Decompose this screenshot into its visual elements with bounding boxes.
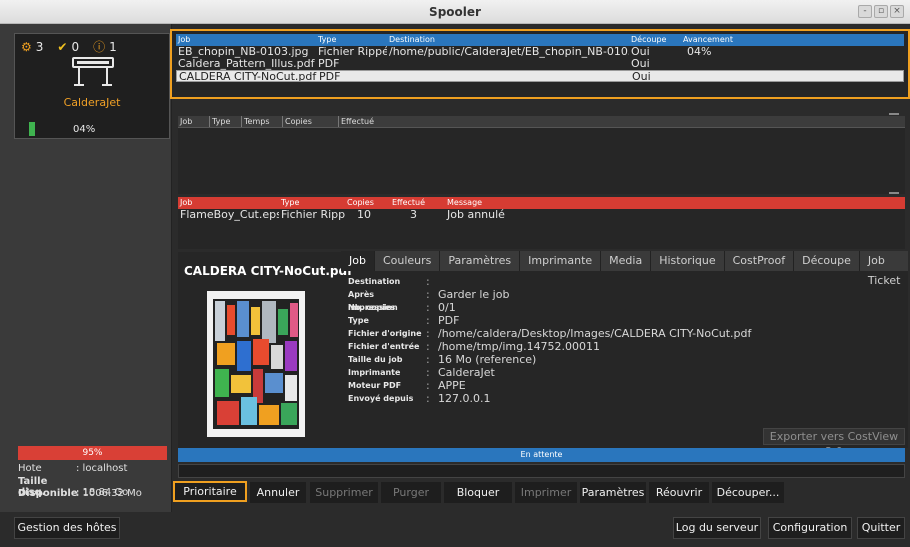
col-type[interactable]: Type [316,34,387,46]
prop-fichier-origine: Fichier d'origine:/home/caldera/Desktop/… [348,327,752,340]
prop-moteur-pdf: Moteur PDF: APPE [348,379,466,392]
printer-name: CalderaJet [63,96,121,109]
document-title: CALDERA CITY-NoCut.pdf [184,264,353,278]
printer-progress-bar [29,122,35,136]
splitter-handle[interactable] [889,113,899,117]
parametres-button[interactable]: Paramètres [580,482,646,503]
error-table-header: Job Type Copies Effectué Message [178,197,905,209]
prop-type: Type: PDF [348,314,460,327]
tab-job[interactable]: Job [341,251,375,271]
printer-icon [72,57,114,86]
prop-fichier-entree: Fichier d'entrée:/home/tmp/img.14752.000… [348,340,601,353]
decouper-button[interactable]: Découper... [712,482,784,503]
col-job[interactable]: Job [178,197,279,209]
stat-pending-value: 3 [35,39,44,54]
status-detail-bar [178,464,905,478]
detail-tabs: Job Couleurs Paramètres Imprimante Media… [341,251,909,287]
splitter-handle[interactable] [889,192,899,196]
tab-imprimante[interactable]: Imprimante [520,251,602,271]
log-serveur-button[interactable]: Log du serveur [673,517,761,539]
stat-errors: ⓘ 1 [93,38,117,55]
prioritaire-button[interactable]: Prioritaire [173,481,247,502]
job-properties: Destination: Après impression: Garder le … [348,275,751,405]
tab-couleurs[interactable]: Couleurs [374,251,441,271]
wrench-icon: ⚙ [21,39,32,54]
active-table-header: Job Type Temps Copies Effectué [178,116,905,128]
col-destination[interactable]: Destination [387,34,629,46]
col-job[interactable]: Job [176,34,316,46]
tab-media[interactable]: Media [601,251,652,271]
jobs-table-header: Job Type Destination Découpe Avancement [176,34,904,46]
configuration-button[interactable]: Configuration [768,517,852,539]
bloquer-button[interactable]: Bloquer [444,482,512,503]
check-icon: ✔ [57,39,68,54]
title-bar: Spooler - ▫ × [0,0,910,24]
stat-done-value: 0 [71,39,80,54]
stat-pending: ⚙ 3 [21,38,43,55]
purger-button[interactable]: Purger [381,482,441,503]
col-type[interactable]: Type [210,116,242,127]
jobs-queue-table: Job Type Destination Découpe Avancement … [176,34,904,94]
col-decoupe[interactable]: Découpe [629,34,681,46]
host-row-hote: Hote: localhost [18,463,128,474]
stat-done: ✔ 0 [57,38,79,55]
quitter-button[interactable]: Quitter [857,517,905,539]
prop-envoye-depuis: Envoyé depuis:127.0.0.1 [348,392,491,405]
table-row[interactable]: EB_chopin_NB-0103.jpg Fichier Rippé /hom… [176,46,904,58]
col-job[interactable]: Job [178,116,210,127]
printer-card[interactable]: ⚙ 3 ✔ 0 ⓘ 1 CalderaJet 04% [14,33,170,139]
prop-nb-copies: Nb. copies:0/1 [348,301,456,314]
tab-job-ticket[interactable]: Job Ticket [859,251,909,287]
table-row[interactable]: Caldera_Pattern_Illus.pdf PDF Oui [176,58,904,70]
error-jobs-table: Job Type Copies Effectué Message FlameBo… [178,197,905,249]
col-type[interactable]: Type [279,197,345,209]
col-effectue[interactable]: Effectué [339,116,905,127]
prop-apres-impression: Après impression: Garder le job [348,288,510,312]
prop-destination: Destination: [348,275,430,288]
disk-usage-bar: 95% [18,446,167,460]
imprimer-button[interactable]: Imprimer [515,482,577,503]
col-copies[interactable]: Copies [345,197,390,209]
col-copies[interactable]: Copies [283,116,339,127]
table-row[interactable]: FlameBoy_Cut.eps Fichier Rippé 10 3 Job … [178,209,905,221]
prop-imprimante: Imprimante: CalderaJet [348,366,495,379]
printer-progress-text: 04% [73,124,96,135]
maximize-button[interactable]: ▫ [874,5,888,18]
tab-decoupe[interactable]: Découpe [794,251,860,271]
window-title: Spooler [429,5,481,19]
tab-historique[interactable]: Historique [651,251,725,271]
active-jobs-table: Job Type Temps Copies Effectué [178,113,905,196]
gestion-hotes-button[interactable]: Gestion des hôtes [14,517,120,539]
close-button[interactable]: × [890,5,904,18]
tab-parametres[interactable]: Paramètres [440,251,521,271]
prop-taille-job: Taille du job:16 Mo (reference) [348,353,537,366]
table-row-selected[interactable]: CALDERA CITY-NoCut.pdf PDF Oui [176,70,904,82]
annuler-button[interactable]: Annuler [250,482,306,503]
tab-costproof[interactable]: CostProof [724,251,795,271]
alert-icon: ⓘ [93,40,106,54]
col-temps[interactable]: Temps [242,116,283,127]
job-status-bar: En attente [178,448,905,462]
col-message[interactable]: Message [445,197,905,209]
col-avancement[interactable]: Avancement [681,34,904,46]
document-thumbnail [207,291,305,437]
jobs-queue-frame: Job Type Destination Découpe Avancement … [170,29,910,99]
host-row-disponible: Disponible: 1006.32 Mo [18,488,142,499]
reouvrir-button[interactable]: Réouvrir [649,482,709,503]
export-costview-button[interactable]: Exporter vers CostView 2.0 [763,428,905,458]
stat-errors-value: 1 [109,39,117,54]
col-effectue[interactable]: Effectué [390,197,445,209]
minimize-button[interactable]: - [858,5,872,18]
supprimer-button[interactable]: Supprimer [310,482,378,503]
